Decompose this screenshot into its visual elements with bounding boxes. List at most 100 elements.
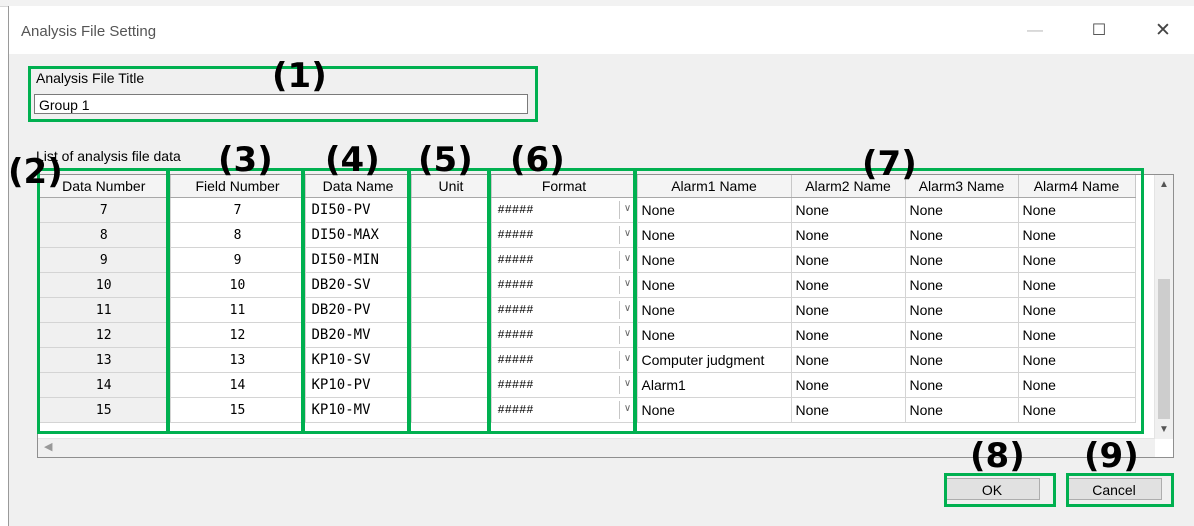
field-number-cell[interactable]: 13 xyxy=(170,347,306,373)
chevron-down-icon[interactable]: ∨ xyxy=(618,301,636,319)
field-number-cell[interactable]: 11 xyxy=(170,297,306,323)
alarm4-name-cell[interactable]: None xyxy=(1018,397,1136,423)
field-number-cell[interactable]: 12 xyxy=(170,322,306,348)
alarm1-name-cell[interactable]: None xyxy=(637,397,792,423)
alarm3-name-cell[interactable]: None xyxy=(905,372,1019,398)
scroll-up-icon[interactable]: ▲ xyxy=(1155,179,1173,190)
table-row[interactable]: 8 8 DI50-MAX ##### ∨ None None None None xyxy=(38,222,1136,248)
ok-button[interactable]: OK xyxy=(944,478,1040,500)
alarm1-name-cell[interactable]: None xyxy=(637,197,792,223)
alarm3-name-cell[interactable]: None xyxy=(905,247,1019,273)
field-number-cell[interactable]: 9 xyxy=(170,247,306,273)
data-name-cell[interactable]: DI50-MIN xyxy=(305,247,412,273)
data-name-cell[interactable]: KP10-MV xyxy=(305,397,412,423)
alarm2-name-cell[interactable]: None xyxy=(791,322,906,348)
table-row[interactable]: 12 12 DB20-MV ##### ∨ None None None None xyxy=(38,322,1136,348)
format-cell[interactable]: ##### ∨ xyxy=(491,397,638,423)
format-cell[interactable]: ##### ∨ xyxy=(491,372,638,398)
alarm1-name-cell[interactable]: None xyxy=(637,272,792,298)
alarm4-name-cell[interactable]: None xyxy=(1018,197,1136,223)
unit-cell[interactable] xyxy=(411,322,492,348)
table-row[interactable]: 13 13 KP10-SV ##### ∨ Computer judgment N… xyxy=(38,347,1136,373)
chevron-down-icon[interactable]: ∨ xyxy=(618,401,636,419)
alarm1-name-cell[interactable]: None xyxy=(637,247,792,273)
alarm2-name-cell[interactable]: None xyxy=(791,297,906,323)
alarm4-name-cell[interactable]: None xyxy=(1018,372,1136,398)
col-header-alarm1-name[interactable]: Alarm1 Name xyxy=(637,175,792,198)
alarm3-name-cell[interactable]: None xyxy=(905,347,1019,373)
alarm4-name-cell[interactable]: None xyxy=(1018,297,1136,323)
chevron-down-icon[interactable]: ∨ xyxy=(618,201,636,219)
chevron-down-icon[interactable]: ∨ xyxy=(618,326,636,344)
field-number-cell[interactable]: 7 xyxy=(170,197,306,223)
unit-cell[interactable] xyxy=(411,222,492,248)
unit-cell[interactable] xyxy=(411,397,492,423)
field-number-cell[interactable]: 14 xyxy=(170,372,306,398)
scroll-down-icon[interactable]: ▼ xyxy=(1155,424,1173,435)
table-row[interactable]: 11 11 DB20-PV ##### ∨ None None None None xyxy=(38,297,1136,323)
alarm1-name-cell[interactable]: Computer judgment xyxy=(637,347,792,373)
field-number-cell[interactable]: 15 xyxy=(170,397,306,423)
alarm2-name-cell[interactable]: None xyxy=(791,222,906,248)
analysis-file-title-input[interactable]: Group 1 xyxy=(34,94,528,114)
alarm1-name-cell[interactable]: None xyxy=(637,222,792,248)
col-header-alarm3-name[interactable]: Alarm3 Name xyxy=(905,175,1019,198)
alarm3-name-cell[interactable]: None xyxy=(905,297,1019,323)
alarm4-name-cell[interactable]: None xyxy=(1018,222,1136,248)
cancel-button[interactable]: Cancel xyxy=(1066,478,1162,500)
alarm1-name-cell[interactable]: Alarm1 xyxy=(637,372,792,398)
format-cell[interactable]: ##### ∨ xyxy=(491,222,638,248)
alarm3-name-cell[interactable]: None xyxy=(905,197,1019,223)
unit-cell[interactable] xyxy=(411,272,492,298)
scroll-thumb[interactable] xyxy=(1158,279,1170,419)
alarm4-name-cell[interactable]: None xyxy=(1018,247,1136,273)
maximize-icon[interactable]: ☐ xyxy=(1077,16,1121,46)
col-header-alarm4-name[interactable]: Alarm4 Name xyxy=(1018,175,1136,198)
minimize-icon[interactable]: — xyxy=(1013,16,1057,46)
alarm2-name-cell[interactable]: None xyxy=(791,272,906,298)
unit-cell[interactable] xyxy=(411,197,492,223)
table-row[interactable]: 15 15 KP10-MV ##### ∨ None None None None xyxy=(38,397,1136,423)
format-cell[interactable]: ##### ∨ xyxy=(491,297,638,323)
alarm2-name-cell[interactable]: None xyxy=(791,247,906,273)
alarm4-name-cell[interactable]: None xyxy=(1018,347,1136,373)
chevron-down-icon[interactable]: ∨ xyxy=(618,276,636,294)
chevron-down-icon[interactable]: ∨ xyxy=(618,376,636,394)
table-row[interactable]: 14 14 KP10-PV ##### ∨ Alarm1 None None No… xyxy=(38,372,1136,398)
chevron-down-icon[interactable]: ∨ xyxy=(618,226,636,244)
unit-cell[interactable] xyxy=(411,347,492,373)
alarm3-name-cell[interactable]: None xyxy=(905,322,1019,348)
data-name-cell[interactable]: KP10-SV xyxy=(305,347,412,373)
data-name-cell[interactable]: DI50-PV xyxy=(305,197,412,223)
alarm3-name-cell[interactable]: None xyxy=(905,397,1019,423)
data-name-cell[interactable]: DB20-PV xyxy=(305,297,412,323)
scroll-left-icon[interactable]: ◀ xyxy=(44,440,52,453)
table-row[interactable]: 10 10 DB20-SV ##### ∨ None None None None xyxy=(38,272,1136,298)
chevron-down-icon[interactable]: ∨ xyxy=(618,251,636,269)
data-name-cell[interactable]: DB20-SV xyxy=(305,272,412,298)
format-cell[interactable]: ##### ∨ xyxy=(491,347,638,373)
alarm4-name-cell[interactable]: None xyxy=(1018,272,1136,298)
chevron-down-icon[interactable]: ∨ xyxy=(618,351,636,369)
format-cell[interactable]: ##### ∨ xyxy=(491,322,638,348)
alarm4-name-cell[interactable]: None xyxy=(1018,322,1136,348)
vertical-scrollbar[interactable]: ▲ ▼ xyxy=(1154,175,1173,439)
alarm1-name-cell[interactable]: None xyxy=(637,322,792,348)
field-number-cell[interactable]: 10 xyxy=(170,272,306,298)
close-icon[interactable]: ✕ xyxy=(1141,16,1185,46)
alarm2-name-cell[interactable]: None xyxy=(791,347,906,373)
format-cell[interactable]: ##### ∨ xyxy=(491,197,638,223)
format-cell[interactable]: ##### ∨ xyxy=(491,247,638,273)
alarm1-name-cell[interactable]: None xyxy=(637,297,792,323)
alarm2-name-cell[interactable]: None xyxy=(791,197,906,223)
alarm3-name-cell[interactable]: None xyxy=(905,272,1019,298)
data-name-cell[interactable]: DI50-MAX xyxy=(305,222,412,248)
alarm3-name-cell[interactable]: None xyxy=(905,222,1019,248)
data-name-cell[interactable]: DB20-MV xyxy=(305,322,412,348)
field-number-cell[interactable]: 8 xyxy=(170,222,306,248)
table-row[interactable]: 9 9 DI50-MIN ##### ∨ None None None None xyxy=(38,247,1136,273)
unit-cell[interactable] xyxy=(411,297,492,323)
alarm2-name-cell[interactable]: None xyxy=(791,372,906,398)
table-row[interactable]: 7 7 DI50-PV ##### ∨ None None None None xyxy=(38,197,1136,223)
alarm2-name-cell[interactable]: None xyxy=(791,397,906,423)
